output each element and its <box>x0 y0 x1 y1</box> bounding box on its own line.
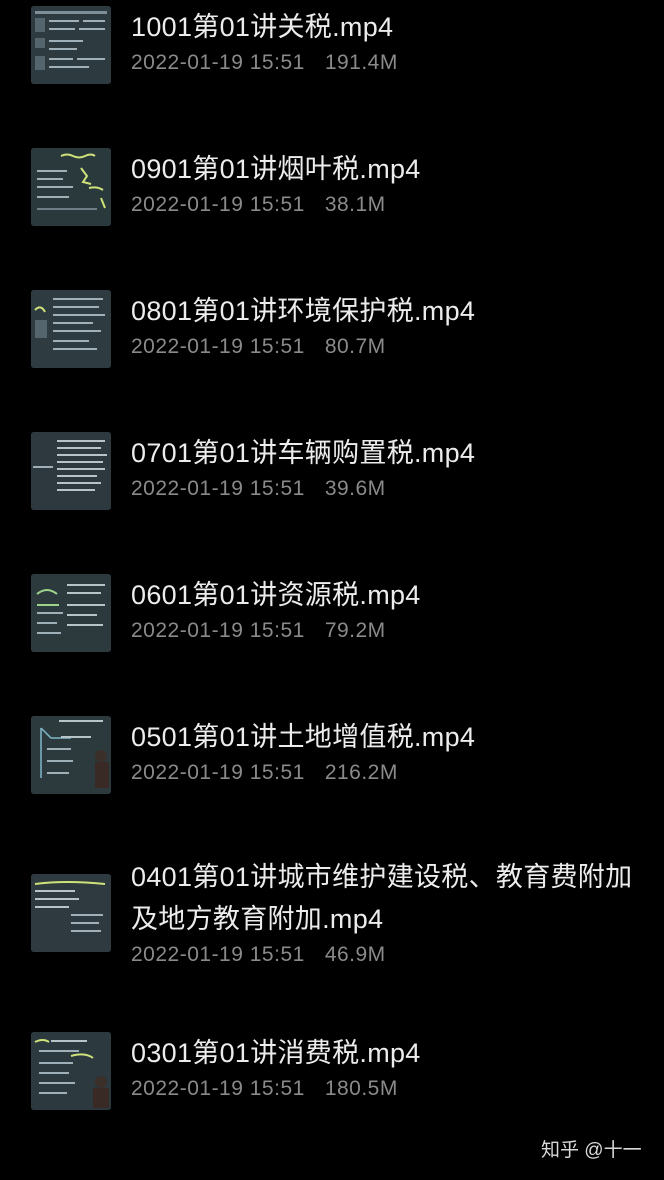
video-thumbnail-graphic <box>31 874 111 952</box>
file-info: 0501第01讲土地增值税.mp4 2022-01-19 15:51 216.2M <box>131 716 641 788</box>
file-size: 191.4M <box>324 51 398 74</box>
file-meta: 2022-01-19 15:51 191.4M <box>131 48 641 78</box>
file-date: 2022-01-19 15:51 <box>131 1077 305 1100</box>
file-date: 2022-01-19 15:51 <box>131 477 305 500</box>
video-thumbnail-graphic <box>31 290 111 368</box>
video-thumbnail-icon[interactable] <box>31 716 111 794</box>
video-thumbnail-graphic <box>31 6 111 84</box>
file-date: 2022-01-19 15:51 <box>131 193 305 216</box>
file-info: 0401第01讲城市维护建设税、教育费附加及地方教育附加.mp4 2022-01… <box>131 856 641 970</box>
file-meta: 2022-01-19 15:51 39.6M <box>131 474 641 504</box>
file-meta: 2022-01-19 15:51 79.2M <box>131 616 641 646</box>
file-size: 79.2M <box>324 619 386 642</box>
file-info: 0701第01讲车辆购置税.mp4 2022-01-19 15:51 39.6M <box>131 432 641 504</box>
file-name: 1001第01讲关税.mp4 <box>131 12 394 42</box>
video-thumbnail-icon[interactable] <box>31 874 111 952</box>
file-date: 2022-01-19 15:51 <box>131 943 305 966</box>
file-size: 39.6M <box>324 477 386 500</box>
file-date: 2022-01-19 15:51 <box>131 51 305 74</box>
file-size: 216.2M <box>324 761 398 784</box>
file-info: 1001第01讲关税.mp4 2022-01-19 15:51 191.4M <box>131 6 641 78</box>
file-date: 2022-01-19 15:51 <box>131 619 305 642</box>
file-meta: 2022-01-19 15:51 38.1M <box>131 190 641 220</box>
file-meta: 2022-01-19 15:51 180.5M <box>131 1074 641 1104</box>
file-info: 0301第01讲消费税.mp4 2022-01-19 15:51 180.5M <box>131 1032 641 1104</box>
video-thumbnail-graphic <box>31 716 111 794</box>
file-size: 80.7M <box>324 335 386 358</box>
file-name: 0501第01讲土地增值税.mp4 <box>131 722 476 752</box>
file-meta: 2022-01-19 15:51 80.7M <box>131 332 641 362</box>
file-date: 2022-01-19 15:51 <box>131 761 305 784</box>
video-thumbnail-graphic <box>31 432 111 510</box>
file-info: 0801第01讲环境保护税.mp4 2022-01-19 15:51 80.7M <box>131 290 641 362</box>
file-name: 0301第01讲消费税.mp4 <box>131 1038 421 1068</box>
video-thumbnail-graphic <box>31 1032 111 1110</box>
file-info: 0901第01讲烟叶税.mp4 2022-01-19 15:51 38.1M <box>131 148 641 220</box>
file-name: 0601第01讲资源税.mp4 <box>131 580 421 610</box>
video-thumbnail-icon[interactable] <box>31 290 111 368</box>
file-meta: 2022-01-19 15:51 216.2M <box>131 758 641 788</box>
file-name: 0801第01讲环境保护税.mp4 <box>131 296 476 326</box>
video-thumbnail-icon[interactable] <box>31 6 111 84</box>
video-thumbnail-icon[interactable] <box>31 148 111 226</box>
file-name: 0701第01讲车辆购置税.mp4 <box>131 438 476 468</box>
video-thumbnail-icon[interactable] <box>31 432 111 510</box>
file-list: 1001第01讲关税.mp4 2022-01-19 15:51 191.4M 09… <box>0 0 664 1180</box>
video-thumbnail-graphic <box>31 574 111 652</box>
watermark: 知乎 @十一 <box>541 1140 642 1161</box>
video-thumbnail-graphic <box>31 148 111 226</box>
video-thumbnail-icon[interactable] <box>31 1032 111 1110</box>
file-size: 38.1M <box>324 193 386 216</box>
file-meta: 2022-01-19 15:51 46.9M <box>131 940 641 970</box>
video-thumbnail-icon[interactable] <box>31 574 111 652</box>
file-size: 46.9M <box>324 943 386 966</box>
file-info: 0601第01讲资源税.mp4 2022-01-19 15:51 79.2M <box>131 574 641 646</box>
file-size: 180.5M <box>324 1077 398 1100</box>
file-name: 0401第01讲城市维护建设税、教育费附加及地方教育附加.mp4 <box>131 862 633 934</box>
file-date: 2022-01-19 15:51 <box>131 335 305 358</box>
file-name: 0901第01讲烟叶税.mp4 <box>131 154 421 184</box>
